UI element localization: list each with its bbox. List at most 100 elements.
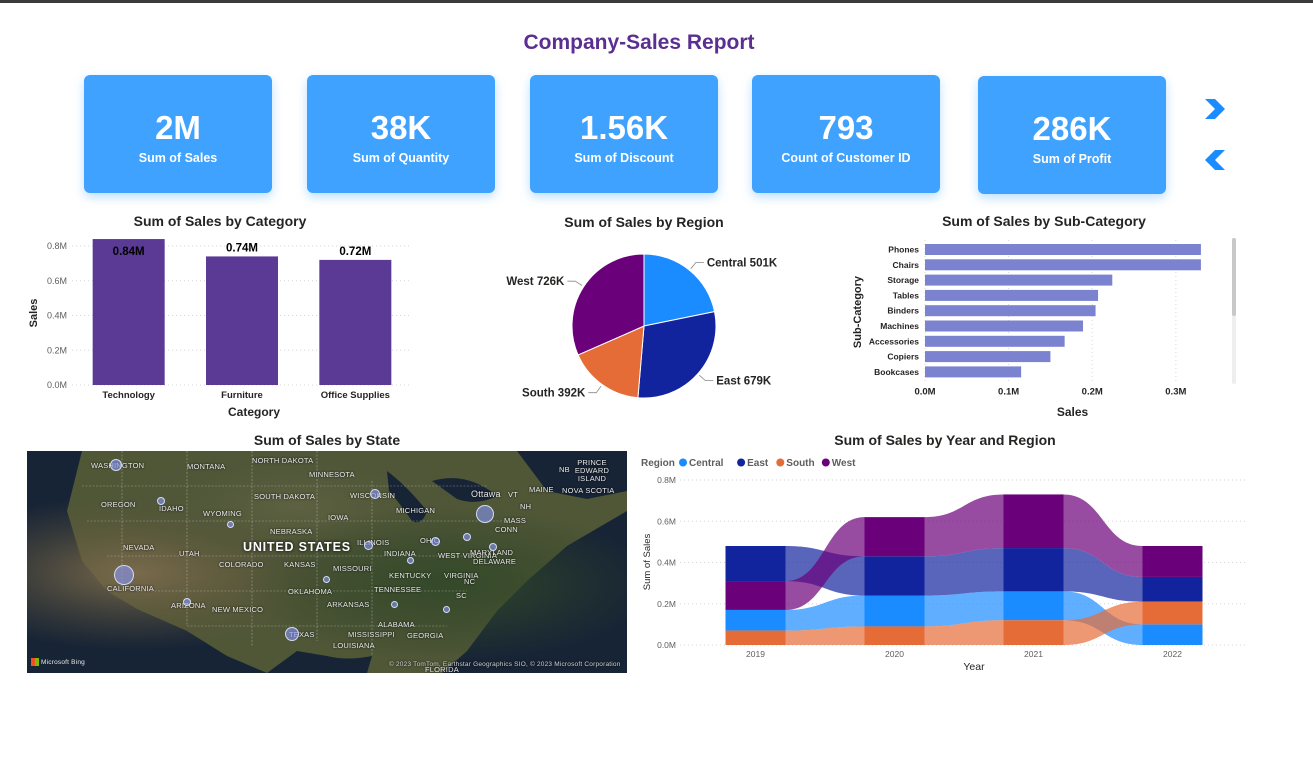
map-bubble[interactable] [443,606,450,613]
map-bubble[interactable] [323,576,330,583]
map-label: COLORADO [219,560,264,569]
chart-title-region: Sum of Sales by Region [564,214,724,230]
chevron-left-icon[interactable] [1203,148,1227,172]
map-label: CONN [495,525,518,534]
segment-east [725,546,786,582]
map-bubble[interactable] [463,533,471,541]
map-label: NB [559,465,570,474]
y-tick-label: 0.0M [657,640,676,650]
segment-west [725,581,786,610]
kpi-label: Sum of Discount [574,151,674,165]
map-label: KANSAS [284,560,316,569]
country-label: UNITED STATES [243,540,351,554]
map-label: NC [464,577,476,586]
kpi-value: 286K [1032,110,1112,147]
map-bubble[interactable] [285,627,299,641]
segment-central [725,609,786,631]
data-label: 0.74M [226,242,258,254]
map-label: NEBRASKA [270,527,313,536]
legend-label: South [786,458,814,469]
y-axis-title: Sum of Sales [642,534,653,591]
y-tick-label: Storage [887,275,919,285]
map-label: IDAHO [159,504,184,513]
map-label: NEVADA [123,543,155,552]
map-label: IOWA [328,513,349,522]
pie-slice-east [637,311,717,399]
map-label: KENTUCKY [389,571,432,580]
map-bubble[interactable] [183,598,191,606]
x-tick-label: 0.3M [1165,387,1186,398]
map-bubble[interactable] [227,521,234,528]
bar-furniture [206,256,278,385]
map-bubble[interactable] [489,543,497,551]
kpi-card-quantity[interactable]: 38K Sum of Quantity [307,75,495,193]
segment-central [864,595,925,627]
scrollbar-thumb [1232,238,1236,316]
map-label: MONTANA [187,462,226,471]
bar-machines [925,320,1084,332]
map-label: OREGON [101,500,136,509]
map-bubble[interactable] [370,489,380,499]
map-label: LOUISIANA [333,641,375,650]
kpi-card-discount[interactable]: 1.56K Sum of Discount [530,75,718,193]
kpi-label: Sum of Profit [1032,152,1112,166]
kpi-card-sales[interactable]: 2M Sum of Sales [84,75,272,193]
ribbon-west [924,494,1004,557]
map-label: ARKANSAS [327,600,370,609]
legend-marker-central [679,458,687,467]
pie-leader-line [690,262,704,269]
pie-label: East 679K [716,376,772,388]
map-label: SC [456,591,467,600]
map-label: WYOMING [203,509,242,518]
y-tick-label: 0.8M [47,241,67,251]
segment-east [1142,576,1203,602]
x-tick-label: 0.2M [1082,387,1103,398]
segment-south [725,630,786,645]
x-axis-title: Sales [1057,405,1089,419]
y-tick-label: 0.4M [47,311,67,321]
chevron-right-icon[interactable] [1203,97,1227,121]
x-tick-label: Technology [102,390,155,401]
bar-binders [925,305,1096,317]
segment-east [864,556,925,596]
kpi-card-profit[interactable]: 286K Sum of Profit [978,76,1166,194]
bar-phones [925,244,1201,255]
bar-chairs [925,259,1201,271]
legend-label: Central [689,458,724,469]
map-label: NH [520,502,532,511]
map-bubble[interactable] [431,537,440,546]
segment-south [864,626,925,645]
bar-technology [92,239,165,385]
x-axis-title: Year [963,661,985,673]
map-label: GEORGIA [407,631,444,640]
legend-title: Region [641,458,675,469]
map-bubble[interactable] [157,497,165,505]
map-bubble[interactable] [364,541,373,550]
kpi-card-customer-count[interactable]: 793 Count of Customer ID [752,75,940,193]
bar-tables [925,289,1099,301]
state-map[interactable]: WASHINGTON MONTANA NORTH DAKOTA MINNESOT… [27,451,627,673]
y-tick-label: 0.6M [657,516,676,526]
y-tick-label: 0.6M [47,276,67,286]
map-label: CALIFORNIA [107,584,155,593]
data-label: 0.72M [339,246,371,258]
map-label: NORTH DAKOTA [252,456,314,465]
map-bubble[interactable] [407,557,414,564]
legend-marker-east [737,458,746,467]
pie-leader-line [567,280,583,286]
map-bubble[interactable] [391,601,398,608]
kpi-value: 38K [370,109,432,146]
map-bubble[interactable] [476,505,494,523]
map-label: SOUTH DAKOTA [254,492,316,501]
map-bubble[interactable] [114,565,134,585]
map-label: NEW MEXICO [212,605,264,614]
y-tick-label: 0.0M [47,380,67,390]
x-tick-label: 2020 [885,649,904,659]
map-label: MISSISSIPPI [348,630,395,639]
pie-label: West 726K [506,276,565,288]
kpi-label: Sum of Quantity [352,151,450,165]
map-label: UTAH [179,549,200,558]
pie-leader-line [588,385,602,394]
map-bubble[interactable] [110,459,122,471]
segment-central [1003,591,1064,621]
